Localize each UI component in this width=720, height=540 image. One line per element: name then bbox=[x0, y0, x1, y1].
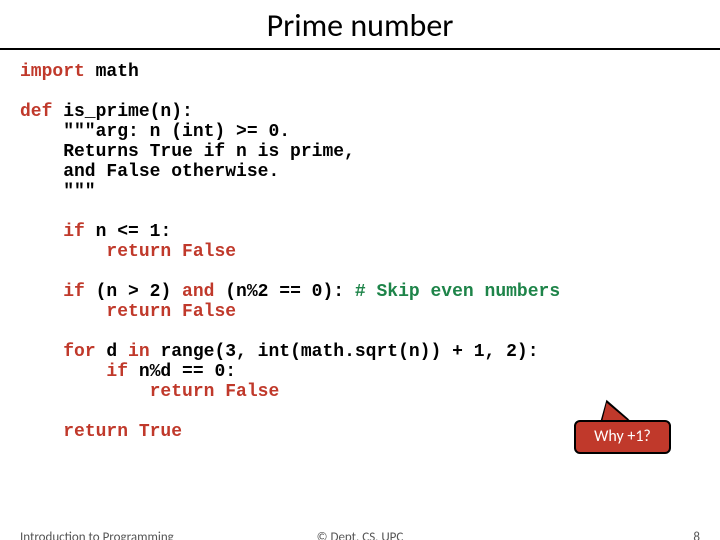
code-text: range(3, int(math.sqrt(n)) + 1, 2): bbox=[150, 342, 539, 362]
indent bbox=[20, 382, 150, 402]
slide-title: Prime number bbox=[0, 6, 720, 45]
kw-return: return False bbox=[106, 242, 236, 262]
indent bbox=[20, 222, 63, 242]
kw-import: import bbox=[20, 62, 85, 82]
kw-if: if bbox=[106, 362, 128, 382]
kw-and: and bbox=[182, 282, 214, 302]
docstring-line: """ bbox=[20, 182, 96, 202]
footer-page-number: 8 bbox=[693, 530, 700, 540]
indent bbox=[20, 362, 106, 382]
docstring-line: """arg: n (int) >= 0. bbox=[20, 122, 290, 142]
docstring-line: Returns True if n is prime, bbox=[20, 142, 355, 162]
code-text: d bbox=[96, 342, 128, 362]
code-text: n <= 1: bbox=[85, 222, 171, 242]
docstring-line: and False otherwise. bbox=[20, 162, 279, 182]
kw-return: return False bbox=[106, 302, 236, 322]
kw-in: in bbox=[128, 342, 150, 362]
comment: # Skip even numbers bbox=[355, 282, 560, 302]
indent bbox=[20, 422, 63, 442]
kw-for: for bbox=[63, 342, 95, 362]
code-text: (n > 2) bbox=[85, 282, 182, 302]
indent bbox=[20, 342, 63, 362]
footer-center: © Dept. CS, UPC bbox=[0, 530, 720, 540]
kw-if: if bbox=[63, 222, 85, 242]
indent bbox=[20, 302, 106, 322]
code-text: is_prime(n): bbox=[52, 102, 192, 122]
code-block: import math def is_prime(n): """arg: n (… bbox=[20, 62, 700, 442]
indent bbox=[20, 242, 106, 262]
code-text: (n%2 == 0): bbox=[214, 282, 354, 302]
callout-box: Why +1? bbox=[574, 420, 671, 454]
code-text: math bbox=[85, 62, 139, 82]
kw-if: if bbox=[63, 282, 85, 302]
indent bbox=[20, 282, 63, 302]
code-text: n%d == 0: bbox=[128, 362, 236, 382]
title-underline bbox=[0, 48, 720, 50]
kw-return: return False bbox=[150, 382, 280, 402]
kw-def: def bbox=[20, 102, 52, 122]
kw-return: return True bbox=[63, 422, 182, 442]
